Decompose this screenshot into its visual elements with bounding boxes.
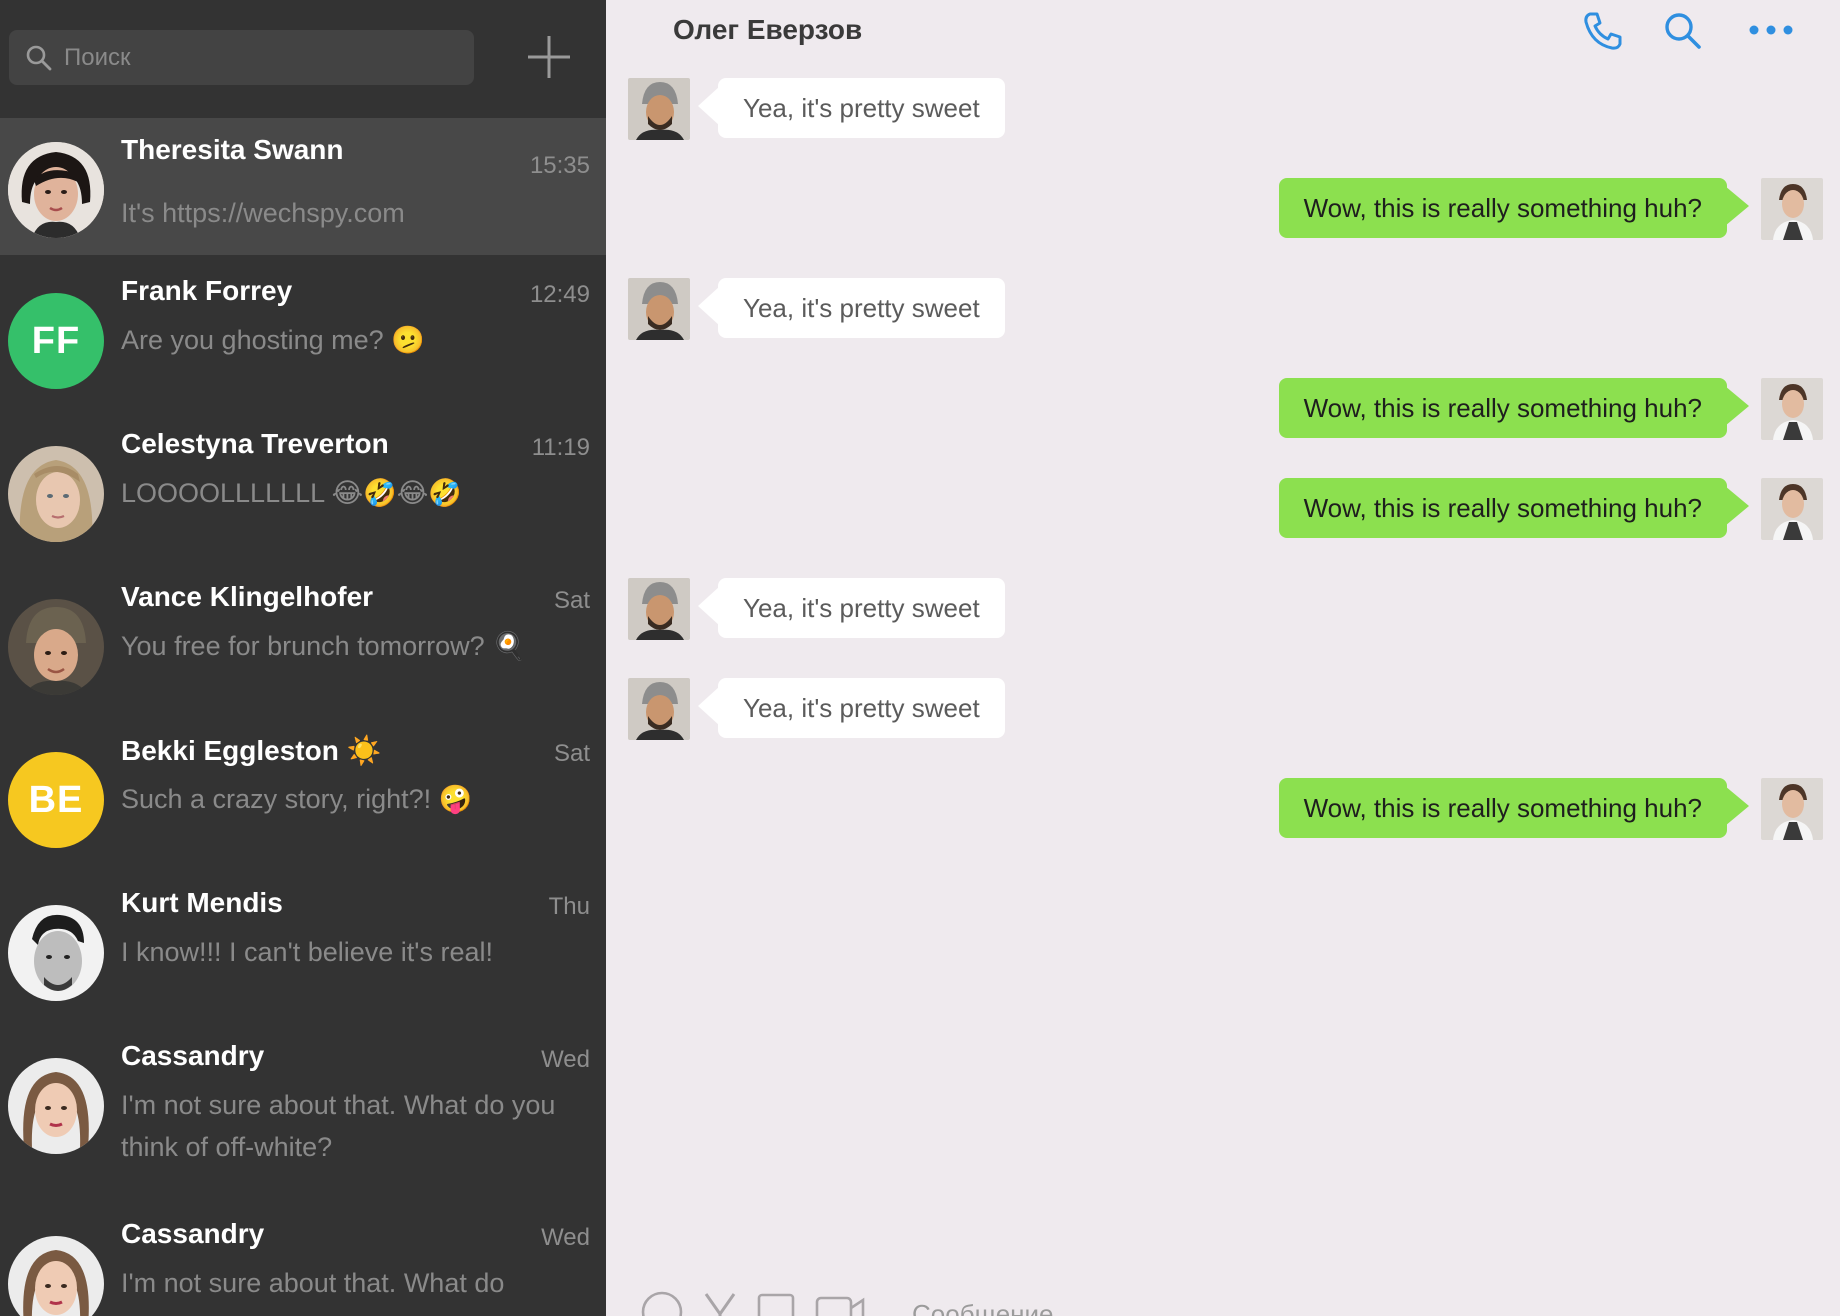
search-icon bbox=[26, 45, 52, 71]
message-row: Yea, it's pretty sweet bbox=[606, 78, 1840, 140]
chat-preview: I'm not sure about that. What do bbox=[121, 1268, 505, 1298]
bubble-tail bbox=[1725, 386, 1749, 426]
message-input[interactable] bbox=[912, 1294, 1212, 1316]
chat-time: 11:19 bbox=[531, 434, 590, 461]
contact-name: Олег Еверзов bbox=[673, 14, 863, 45]
phone-icon[interactable] bbox=[1580, 8, 1626, 54]
image-icon[interactable] bbox=[756, 1290, 798, 1316]
avatar bbox=[8, 1236, 104, 1316]
chat-list-item[interactable]: Celestyna Treverton 11:19 LOOOOLLLLLLL 😂… bbox=[0, 424, 606, 577]
chat-time: Sat bbox=[553, 740, 590, 767]
chat-list-item[interactable]: Vance Klingelhofer Sat You free for brun… bbox=[0, 577, 606, 730]
chat-list-item[interactable]: Cassandry Wed I'm not sure about that. W… bbox=[0, 1036, 606, 1214]
incoming-message[interactable]: Yea, it's pretty sweet bbox=[718, 678, 1005, 738]
message-row: Yea, it's pretty sweet bbox=[606, 678, 1840, 740]
chat-preview: Such a crazy story, right?! 🤪 bbox=[121, 784, 473, 814]
chat-preview: I'm not sure about that. What do you thi… bbox=[121, 1090, 556, 1162]
chat-list-item[interactable]: Kurt Mendis Thu I know!!! I can't believ… bbox=[0, 883, 606, 1036]
chat-list-item[interactable]: Theresita Swann 15:35 It's https://wechs… bbox=[0, 118, 606, 255]
avatar bbox=[628, 278, 690, 340]
chat-name: Cassandry bbox=[121, 1218, 265, 1249]
avatar bbox=[8, 142, 104, 238]
chat-preview: LOOOOLLLLLLL 😂🤣😂🤣 bbox=[121, 478, 462, 508]
chat-preview: It's https://wechspy.com bbox=[121, 198, 405, 228]
chat-name: Celestyna Treverton bbox=[121, 428, 389, 459]
chat-list-item[interactable]: FF Frank Forrey 12:49 Are you ghosting m… bbox=[0, 271, 606, 424]
bubble-tail bbox=[698, 686, 720, 726]
bubble-tail bbox=[1725, 786, 1749, 826]
chat-list: Theresita Swann 15:35 It's https://wechs… bbox=[0, 118, 606, 1316]
message-row: Yea, it's pretty sweet bbox=[606, 278, 1840, 340]
outgoing-message[interactable]: Wow, this is really something huh? bbox=[1278, 778, 1727, 838]
search-input[interactable] bbox=[64, 30, 464, 85]
avatar bbox=[628, 78, 690, 140]
search-bar[interactable] bbox=[9, 30, 474, 85]
message-row: Wow, this is really something huh? bbox=[606, 378, 1840, 440]
message-row: Wow, this is really something huh? bbox=[606, 178, 1840, 240]
incoming-message[interactable]: Yea, it's pretty sweet bbox=[718, 278, 1005, 338]
chat-sidebar: Theresita Swann 15:35 It's https://wechs… bbox=[0, 0, 606, 1316]
message-row: Wow, this is really something huh? bbox=[606, 478, 1840, 540]
bubble-tail bbox=[1725, 486, 1749, 526]
chat-preview: Are you ghosting me? 🫤 bbox=[121, 325, 425, 355]
chat-time: 12:49 bbox=[529, 281, 590, 308]
avatar bbox=[8, 1058, 104, 1154]
message-row: Yea, it's pretty sweet bbox=[606, 578, 1840, 640]
plus-icon[interactable] bbox=[524, 32, 574, 82]
chat-name: Bekki Eggleston ☀️ bbox=[121, 735, 382, 766]
avatar: BE bbox=[8, 752, 104, 848]
search-icon[interactable] bbox=[1660, 8, 1706, 54]
chat-name: Kurt Mendis bbox=[121, 887, 283, 918]
avatar bbox=[8, 446, 104, 542]
chat-time: Wed bbox=[541, 1224, 590, 1251]
bubble-tail bbox=[1725, 186, 1749, 226]
avatar bbox=[1761, 778, 1823, 840]
chat-name: Vance Klingelhofer bbox=[121, 581, 374, 612]
avatar bbox=[8, 905, 104, 1001]
chat-name: Theresita Swann bbox=[121, 134, 344, 165]
chat-preview: I know!!! I can't believe it's real! bbox=[121, 937, 493, 967]
emoji-icon[interactable] bbox=[640, 1290, 684, 1316]
bubble-tail bbox=[698, 86, 720, 126]
outgoing-message[interactable]: Wow, this is really something huh? bbox=[1278, 478, 1727, 538]
incoming-message[interactable]: Yea, it's pretty sweet bbox=[718, 78, 1005, 138]
avatar: FF bbox=[8, 293, 104, 389]
avatar bbox=[1761, 478, 1823, 540]
chat-name: Cassandry bbox=[121, 1040, 265, 1071]
conversation-pane: Олег Еверзов Yea, it's pretty sweet Wow, … bbox=[606, 0, 1840, 1316]
incoming-message[interactable]: Yea, it's pretty sweet bbox=[718, 578, 1005, 638]
video-icon[interactable] bbox=[814, 1290, 866, 1316]
chat-time: Wed bbox=[541, 1046, 590, 1073]
chat-time: 15:35 bbox=[529, 152, 590, 179]
avatar bbox=[8, 599, 104, 695]
more-icon[interactable] bbox=[1746, 8, 1796, 54]
avatar bbox=[1761, 378, 1823, 440]
bubble-tail bbox=[698, 586, 720, 626]
bubble-tail bbox=[698, 286, 720, 326]
chat-list-item[interactable]: Cassandry Wed I'm not sure about that. W… bbox=[0, 1214, 606, 1316]
outgoing-message[interactable]: Wow, this is really something huh? bbox=[1278, 178, 1727, 238]
outgoing-message[interactable]: Wow, this is really something huh? bbox=[1278, 378, 1727, 438]
message-composer bbox=[606, 1290, 1840, 1316]
avatar bbox=[628, 578, 690, 640]
chat-preview: You free for brunch tomorrow? 🍳 bbox=[121, 631, 526, 661]
chat-list-item[interactable]: BE Bekki Eggleston ☀️ Sat Such a crazy s… bbox=[0, 730, 606, 883]
avatar bbox=[1761, 178, 1823, 240]
chat-name: Frank Forrey bbox=[121, 275, 293, 306]
chat-time: Thu bbox=[548, 893, 590, 920]
chat-time: Sat bbox=[553, 587, 590, 614]
message-row: Wow, this is really something huh? bbox=[606, 778, 1840, 840]
avatar bbox=[628, 678, 690, 740]
sticker-icon[interactable] bbox=[702, 1290, 738, 1316]
